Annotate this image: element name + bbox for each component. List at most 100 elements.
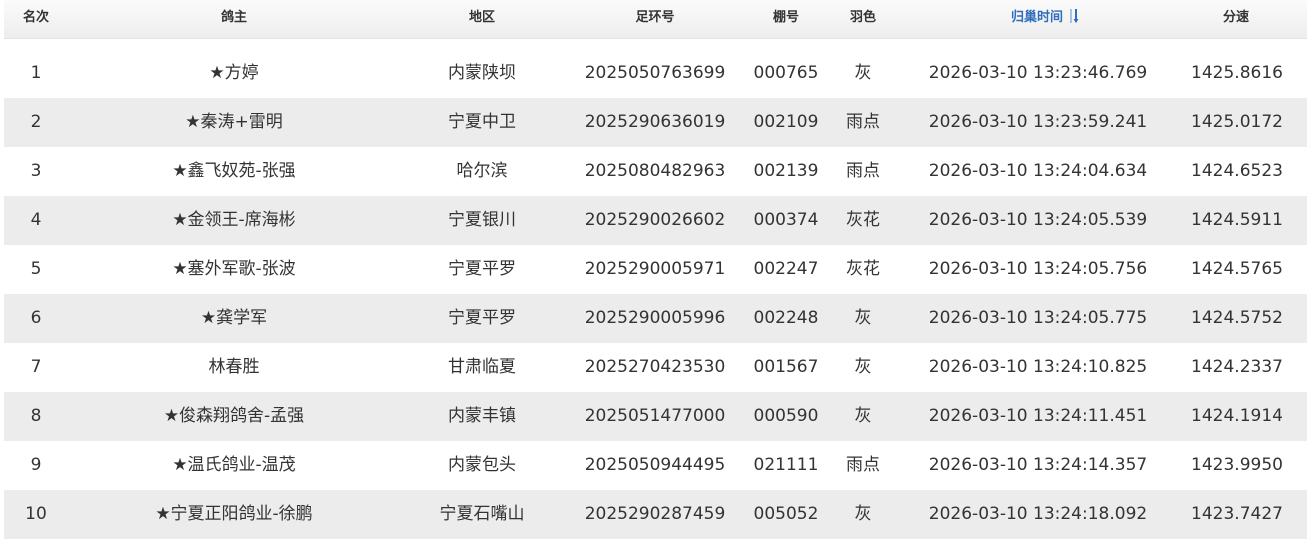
header-rank[interactable]: 名次 xyxy=(23,0,49,38)
table-row[interactable]: 6 ★龚学军 宁夏平罗 2025290005996 002248 灰 2026-03-10 … xyxy=(4,294,1307,343)
header-owner[interactable]: 鸽主 xyxy=(221,0,247,38)
cell-ring: 2025290287459 xyxy=(584,504,726,524)
cell-time: 2026-03-10 13:24:18.092 xyxy=(928,504,1148,524)
cell-ring: 2025051477000 xyxy=(584,406,726,426)
cell-time: 2026-03-10 13:24:05.539 xyxy=(928,210,1148,230)
cell-color: 灰 xyxy=(854,406,872,426)
cell-time: 2026-03-10 13:24:05.775 xyxy=(928,308,1148,328)
cell-color: 雨点 xyxy=(846,112,880,132)
cell-ring: 2025290636019 xyxy=(584,112,726,132)
cell-loft: 005052 xyxy=(753,504,819,524)
cell-speed: 1424.1914 xyxy=(1191,406,1283,426)
cell-region: 内蒙包头 xyxy=(448,455,516,475)
cell-speed: 1424.5911 xyxy=(1191,210,1283,230)
header-color[interactable]: 羽色 xyxy=(850,0,876,38)
results-table: 名次 鸽主 地区 足环号 棚号 羽色 归巢时间 分速 1 ★方婷 内蒙陕坝 20250… xyxy=(4,0,1307,539)
header-loft[interactable]: 棚号 xyxy=(773,0,799,38)
cell-color: 灰花 xyxy=(846,259,880,279)
cell-rank: 5 xyxy=(30,259,42,279)
cell-time: 2026-03-10 13:24:14.357 xyxy=(928,455,1148,475)
cell-time: 2026-03-10 13:24:05.756 xyxy=(928,259,1148,279)
cell-speed: 1424.2337 xyxy=(1191,357,1283,377)
cell-region: 内蒙丰镇 xyxy=(448,406,516,426)
cell-loft: 002139 xyxy=(753,161,819,181)
cell-loft: 000374 xyxy=(753,210,819,230)
table-row[interactable]: 3 ★鑫飞奴苑-张强 哈尔滨 2025080482963 002139 雨点 2026-03… xyxy=(4,147,1307,196)
cell-ring: 2025270423530 xyxy=(584,357,726,377)
cell-owner: ★塞外军歌-张波 xyxy=(172,259,296,279)
cell-loft: 002247 xyxy=(753,259,819,279)
sort-descending-icon[interactable] xyxy=(1069,8,1079,24)
cell-color: 灰花 xyxy=(846,210,880,230)
header-time[interactable]: 归巢时间 xyxy=(1011,0,1079,38)
header-time-label: 归巢时间 xyxy=(1010,10,1064,25)
cell-ring: 2025050944495 xyxy=(584,455,726,475)
table-row[interactable]: 8 ★俊森翔鸽舍-孟强 内蒙丰镇 2025051477000 000590 灰 2026-0… xyxy=(4,392,1307,441)
table-row[interactable]: 9 ★温氏鸽业-温茂 内蒙包头 2025050944495 021111 雨点 2026-0… xyxy=(4,441,1307,490)
cell-time: 2026-03-10 13:23:59.241 xyxy=(928,112,1148,132)
cell-speed: 1423.9950 xyxy=(1191,455,1283,475)
table-header: 名次 鸽主 地区 足环号 棚号 羽色 归巢时间 分速 xyxy=(4,0,1307,39)
cell-time: 2026-03-10 13:24:10.825 xyxy=(928,357,1148,377)
cell-ring: 2025290005996 xyxy=(584,308,726,328)
cell-owner: ★方婷 xyxy=(209,63,259,83)
cell-speed: 1424.5765 xyxy=(1191,259,1283,279)
table-row[interactable]: 5 ★塞外军歌-张波 宁夏平罗 2025290005971 002247 灰花 2026-0… xyxy=(4,245,1307,294)
header-spacer xyxy=(4,39,1307,49)
table-row[interactable]: 10 ★宁夏正阳鸽业-徐鹏 宁夏石嘴山 2025290287459 005052 灰 202… xyxy=(4,490,1307,539)
cell-loft: 002248 xyxy=(753,308,819,328)
cell-loft: 001567 xyxy=(753,357,819,377)
cell-time: 2026-03-10 13:23:46.769 xyxy=(928,63,1148,83)
cell-speed: 1424.6523 xyxy=(1191,161,1283,181)
cell-owner: 林春胜 xyxy=(208,357,260,377)
cell-time: 2026-03-10 13:24:11.451 xyxy=(928,406,1148,426)
cell-loft: 000590 xyxy=(753,406,819,426)
cell-region: 宁夏平罗 xyxy=(448,308,516,328)
cell-owner: ★秦涛+雷明 xyxy=(185,112,283,132)
header-ring[interactable]: 足环号 xyxy=(635,0,674,38)
cell-rank: 10 xyxy=(25,504,47,524)
table-row[interactable]: 1 ★方婷 内蒙陕坝 2025050763699 000765 灰 2026-03-10 1… xyxy=(4,49,1307,98)
header-speed[interactable]: 分速 xyxy=(1223,0,1249,38)
cell-loft: 002109 xyxy=(753,112,819,132)
cell-owner: ★宁夏正阳鸽业-徐鹏 xyxy=(155,504,313,524)
cell-rank: 1 xyxy=(30,63,42,83)
cell-rank: 7 xyxy=(30,357,42,377)
cell-color: 雨点 xyxy=(846,161,880,181)
cell-owner: ★俊森翔鸽舍-孟强 xyxy=(163,406,305,426)
cell-ring: 2025290005971 xyxy=(584,259,726,279)
cell-region: 内蒙陕坝 xyxy=(448,63,516,83)
cell-speed: 1425.0172 xyxy=(1191,112,1283,132)
cell-owner: ★龚学军 xyxy=(200,308,268,328)
cell-speed: 1425.8616 xyxy=(1191,63,1283,83)
cell-rank: 2 xyxy=(30,112,42,132)
cell-region: 宁夏平罗 xyxy=(448,259,516,279)
cell-owner: ★金领王-席海彬 xyxy=(172,210,296,230)
cell-ring: 2025080482963 xyxy=(584,161,726,181)
table-row[interactable]: 7 林春胜 甘肃临夏 2025270423530 001567 灰 2026-03-10 1… xyxy=(4,343,1307,392)
cell-speed: 1423.7427 xyxy=(1191,504,1283,524)
cell-region: 哈尔滨 xyxy=(456,161,508,181)
cell-owner: ★温氏鸽业-温茂 xyxy=(172,455,296,475)
cell-region: 甘肃临夏 xyxy=(448,357,516,377)
cell-rank: 3 xyxy=(30,161,42,181)
cell-rank: 8 xyxy=(30,406,42,426)
cell-region: 宁夏中卫 xyxy=(448,112,516,132)
table-row[interactable]: 2 ★秦涛+雷明 宁夏中卫 2025290636019 002109 雨点 2026-03-… xyxy=(4,98,1307,147)
cell-time: 2026-03-10 13:24:04.634 xyxy=(928,161,1148,181)
header-region[interactable]: 地区 xyxy=(469,0,495,38)
cell-color: 灰 xyxy=(854,63,872,83)
table-row[interactable]: 4 ★金领王-席海彬 宁夏银川 2025290026602 000374 灰花 2026-0… xyxy=(4,196,1307,245)
cell-speed: 1424.5752 xyxy=(1191,308,1283,328)
cell-region: 宁夏石嘴山 xyxy=(439,504,525,524)
cell-owner: ★鑫飞奴苑-张强 xyxy=(172,161,296,181)
cell-color: 灰 xyxy=(854,357,872,377)
cell-ring: 2025290026602 xyxy=(584,210,726,230)
table-body: 1 ★方婷 内蒙陕坝 2025050763699 000765 灰 2026-03-10 1… xyxy=(4,49,1307,539)
cell-rank: 9 xyxy=(30,455,42,475)
cell-region: 宁夏银川 xyxy=(448,210,516,230)
cell-color: 灰 xyxy=(854,308,872,328)
cell-rank: 6 xyxy=(30,308,42,328)
cell-rank: 4 xyxy=(30,210,42,230)
cell-loft: 021111 xyxy=(753,455,819,475)
